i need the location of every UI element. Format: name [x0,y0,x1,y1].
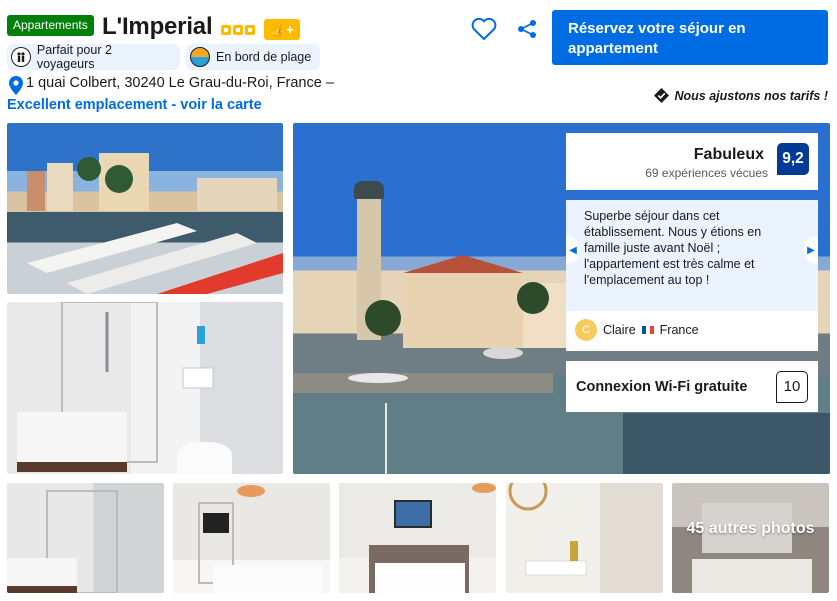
wifi-score-card[interactable]: Connexion Wi-Fi gratuite 10 [566,361,818,412]
france-flag-icon [641,326,654,334]
review-score-card[interactable]: Fabuleux 69 expériences vécues 9,2 [566,133,818,190]
property-name: L'Imperial [102,13,213,40]
facility-label: En bord de plage [216,50,312,64]
facility-chip-beach: En bord de plage [186,44,320,70]
thumb-illustration [508,483,587,576]
price-tag-check-icon [653,88,669,103]
price-note-label: Nous ajustons nos tarifs ! [674,88,829,103]
wifi-label: Connexion Wi-Fi gratuite [576,379,748,395]
price-match-note[interactable]: Nous ajustons nos tarifs ! [653,88,829,103]
share-icon[interactable] [516,19,538,39]
address: 1 quai Colbert, 30240 Le Grau-du-Roi, Fr… [26,75,334,91]
wifi-score-badge: 10 [776,371,808,403]
map-pin-icon [9,76,23,95]
reviewer-country: France [659,323,699,337]
photo-harbor-boats[interactable] [7,123,283,294]
review-count: 69 expériences vécues [645,166,768,180]
avatar: C [575,319,597,341]
thumbnail-shower[interactable] [7,483,164,593]
thumbnail-washbasin[interactable] [506,483,663,593]
score-label: Fabuleux [693,146,764,163]
reserve-button[interactable]: Réservez votre séjour en appartement [552,10,828,65]
square-rating [221,25,255,35]
reviewer-info: C Claire France [575,319,699,341]
guest-review-card[interactable]: Superbe séjour dans cet établissement. N… [566,200,818,351]
thumb-illustration [369,483,496,593]
people-icon [11,47,31,67]
thumb-illustration [7,490,118,593]
property-type-badge: Appartements [7,15,94,36]
thumbnail-more-photos[interactable]: 45 autres photos [672,483,829,593]
photo-bathroom-shower[interactable] [7,302,283,474]
thumbnail-bedroom-painting[interactable] [339,483,496,593]
heart-icon[interactable] [471,17,497,41]
thumbnail-bedroom-tv[interactable] [173,483,330,593]
facility-chip-travelers: Parfait pour 2 voyageurs [7,43,180,71]
facility-label: Parfait pour 2 voyageurs [36,43,112,71]
harbor-illustration [27,153,283,294]
more-photos-label: 45 autres photos [686,520,815,537]
score-badge: 9,2 [777,143,809,175]
review-quote-area: Superbe séjour dans cet établissement. N… [566,200,818,311]
shower-illustration [61,302,214,463]
rating-square-icon [221,25,231,35]
map-link[interactable]: Excellent emplacement - voir la carte [7,97,262,113]
thumbs-up-plus-icon: 👍+ [264,19,300,40]
reviewer-name: Claire [603,323,636,337]
thumb-illustration [198,485,323,593]
beach-icon [190,47,210,67]
review-text: Superbe séjour dans cet établissement. N… [584,209,762,287]
rating-square-icon [233,25,243,35]
rating-square-icon [245,25,255,35]
